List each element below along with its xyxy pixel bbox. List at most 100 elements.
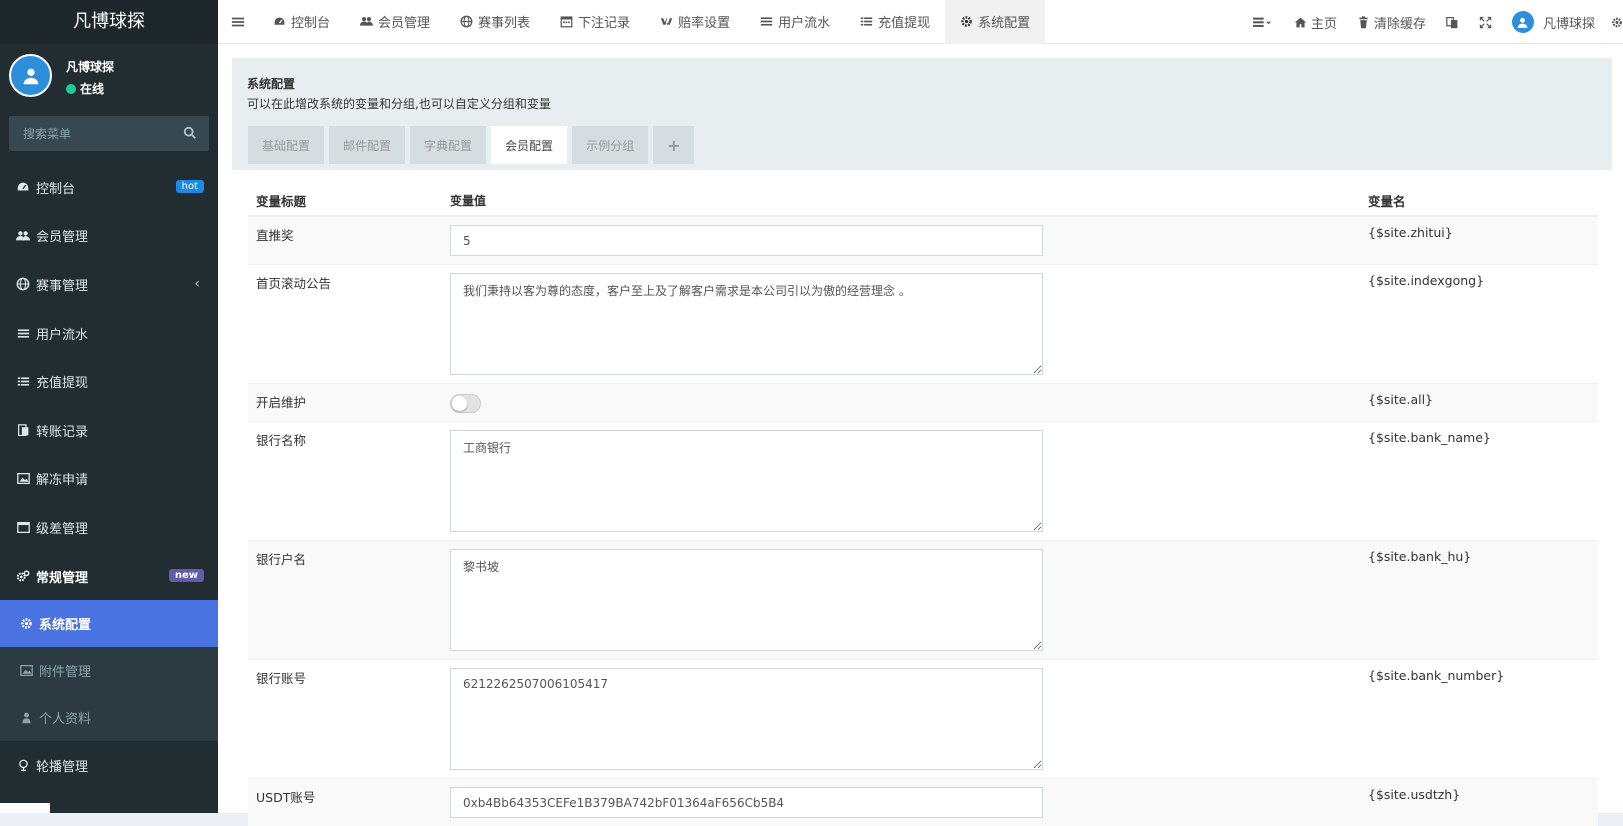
row-title: 银行户名	[256, 552, 307, 567]
row-value: 6212262507006105417	[450, 660, 1368, 778]
image-icon	[16, 472, 30, 486]
main-content: 系统配置 可以在此增改系统的变量和分组,也可以自定义分组和变量 基础配置 邮件配…	[218, 44, 1623, 826]
tab-label: 系统配置	[978, 16, 1031, 31]
image-icon	[20, 664, 33, 677]
online-dot-icon	[66, 83, 76, 94]
avatar	[9, 54, 52, 97]
bank-name-textarea[interactable]: 工商银行	[450, 430, 1043, 532]
sidebar-item-matches[interactable]: 赛事管理 ‹	[0, 260, 218, 309]
tab-label: 赛事列表	[478, 16, 531, 31]
page-description: 可以在此增改系统的变量和分组,也可以自定义分组和变量	[247, 97, 551, 111]
row-value	[450, 384, 1368, 421]
search-icon[interactable]	[183, 126, 197, 140]
bank-holder-textarea[interactable]: 黎书坡	[450, 549, 1043, 651]
user-menu[interactable]: 凡博球探	[1502, 0, 1605, 44]
table-row: 直推奖 {$site.zhitui}	[248, 216, 1598, 264]
globe-icon	[16, 277, 30, 291]
tab-email-config[interactable]: 邮件配置	[329, 126, 406, 164]
zhitui-input[interactable]	[450, 225, 1043, 256]
user-panel: 凡博球探 在线	[0, 44, 218, 108]
tab-system-config[interactable]: 系统配置	[945, 0, 1046, 44]
tab-odds[interactable]: 赔率设置	[645, 0, 745, 44]
sidebar-item-level[interactable]: 级差管理	[0, 503, 218, 552]
row-var-name: {$site.indexgong}	[1368, 273, 1485, 288]
new-badge: new	[168, 568, 204, 582]
sidebar: 凡博球探 凡博球探 在线 控制台 hot 会员管理 赛事管理 ‹	[0, 0, 218, 813]
sidebar-item-system-config[interactable]: 系统配置	[0, 600, 218, 648]
config-tabs: 基础配置 邮件配置 字典配置 会员配置 示例分组 +	[248, 126, 695, 164]
bank-number-textarea[interactable]: 6212262507006105417	[450, 668, 1043, 770]
users-icon	[360, 15, 374, 28]
sidebar-item-recharge[interactable]: 充值提现	[0, 357, 218, 406]
navbar-right: 主页 清除缓存 凡博球探	[1240, 0, 1623, 44]
tab-list-dropdown[interactable]	[1240, 0, 1284, 44]
row-var-name: {$site.bank_number}	[1368, 668, 1505, 683]
search-input[interactable]	[9, 116, 179, 151]
sidebar-menu: 控制台 hot 会员管理 赛事管理 ‹ 用户流水 充值提现 转账记录 解冻申请	[0, 163, 218, 790]
footer-strip	[0, 803, 50, 813]
tab-basic-config[interactable]: 基础配置	[248, 126, 325, 164]
row-value: 我们秉持以客为尊的态度，客户至上及了解客户需求是本公司引以为傲的经营理念 。	[450, 265, 1368, 383]
row-var-name: {$site.bank_hu}	[1368, 549, 1472, 564]
tab-member-config[interactable]: 会员配置	[491, 126, 568, 164]
tab-matches[interactable]: 赛事列表	[445, 0, 545, 44]
home-link[interactable]: 主页	[1284, 0, 1347, 44]
window-icon	[16, 520, 30, 534]
cogs-icon	[16, 569, 30, 583]
sidebar-item-unfreeze[interactable]: 解冻申请	[0, 455, 218, 504]
sidebar-item-label: 轮播管理	[36, 760, 89, 776]
row-title: 开启维护	[256, 395, 307, 410]
sidebar-item-label: 控制台	[36, 181, 76, 197]
globe-icon	[460, 15, 473, 28]
list-alt-icon	[16, 375, 30, 389]
announcement-textarea[interactable]: 我们秉持以客为尊的态度，客户至上及了解客户需求是本公司引以为傲的经营理念 。	[450, 273, 1043, 375]
col-name-header: 变量名	[1368, 194, 1406, 209]
tab-dictionary-config[interactable]: 字典配置	[410, 126, 487, 164]
sidebar-toggle-button[interactable]	[218, 0, 258, 44]
sidebar-item-general[interactable]: 常规管理 new	[0, 552, 218, 601]
tab-dashboard[interactable]: 控制台	[258, 0, 345, 44]
tab-bets[interactable]: 下注记录	[545, 0, 645, 44]
list-icon	[760, 15, 773, 28]
home-label: 主页	[1310, 16, 1337, 32]
maintenance-toggle[interactable]	[450, 394, 481, 413]
tab-example-group[interactable]: 示例分组	[572, 126, 649, 164]
fullscreen-button[interactable]	[1469, 0, 1502, 44]
row-value: 黎书坡	[450, 541, 1368, 659]
row-title: 银行名称	[256, 433, 307, 448]
sidebar-item-transfer[interactable]: 转账记录	[0, 406, 218, 455]
sidebar-item-label: 转账记录	[36, 424, 89, 440]
panel-header: 系统配置 可以在此增改系统的变量和分组,也可以自定义分组和变量 基础配置 邮件配…	[232, 58, 1612, 170]
sidebar-item-label: 个人资料	[39, 712, 92, 728]
tab-members[interactable]: 会员管理	[345, 0, 445, 44]
tab-label: 控制台	[291, 16, 331, 31]
dashboard-icon	[16, 180, 30, 194]
add-group-button[interactable]: +	[653, 126, 695, 164]
clear-cache-button[interactable]: 清除缓存	[1347, 0, 1436, 44]
table-row: USDT账号 {$site.usdtzh}	[248, 778, 1598, 826]
avatar	[1511, 11, 1534, 33]
sidebar-item-profile[interactable]: 个人资料	[0, 694, 218, 741]
row-var-name: {$site.all}	[1368, 392, 1434, 407]
sidebar-item-user-flow[interactable]: 用户流水	[0, 309, 218, 358]
language-button[interactable]	[1436, 0, 1469, 44]
tab-label: 会员管理	[378, 16, 431, 31]
sidebar-item-label: 解冻申请	[36, 473, 89, 489]
hot-badge: hot	[175, 180, 204, 193]
table-row: 银行名称 工商银行 {$site.bank_name}	[248, 421, 1598, 540]
sidebar-item-carousel[interactable]: 轮播管理	[0, 741, 218, 790]
page-title: 系统配置	[247, 77, 296, 91]
tab-label: 下注记录	[578, 16, 631, 31]
tab-label: 赔率设置	[678, 16, 731, 31]
sidebar-item-members[interactable]: 会员管理	[0, 212, 218, 261]
chevron-left-icon: ‹	[194, 276, 200, 293]
sidebar-item-attachments[interactable]: 附件管理	[0, 647, 218, 694]
sidebar-item-label: 附件管理	[39, 665, 92, 681]
usdt-input[interactable]	[450, 787, 1043, 818]
settings-button[interactable]	[1605, 0, 1623, 44]
app-logo[interactable]: 凡博球探	[0, 0, 218, 44]
home-icon	[1294, 16, 1307, 29]
tab-recharge[interactable]: 充值提现	[845, 0, 945, 44]
tab-user-flow[interactable]: 用户流水	[745, 0, 845, 44]
sidebar-item-dashboard[interactable]: 控制台 hot	[0, 163, 218, 212]
